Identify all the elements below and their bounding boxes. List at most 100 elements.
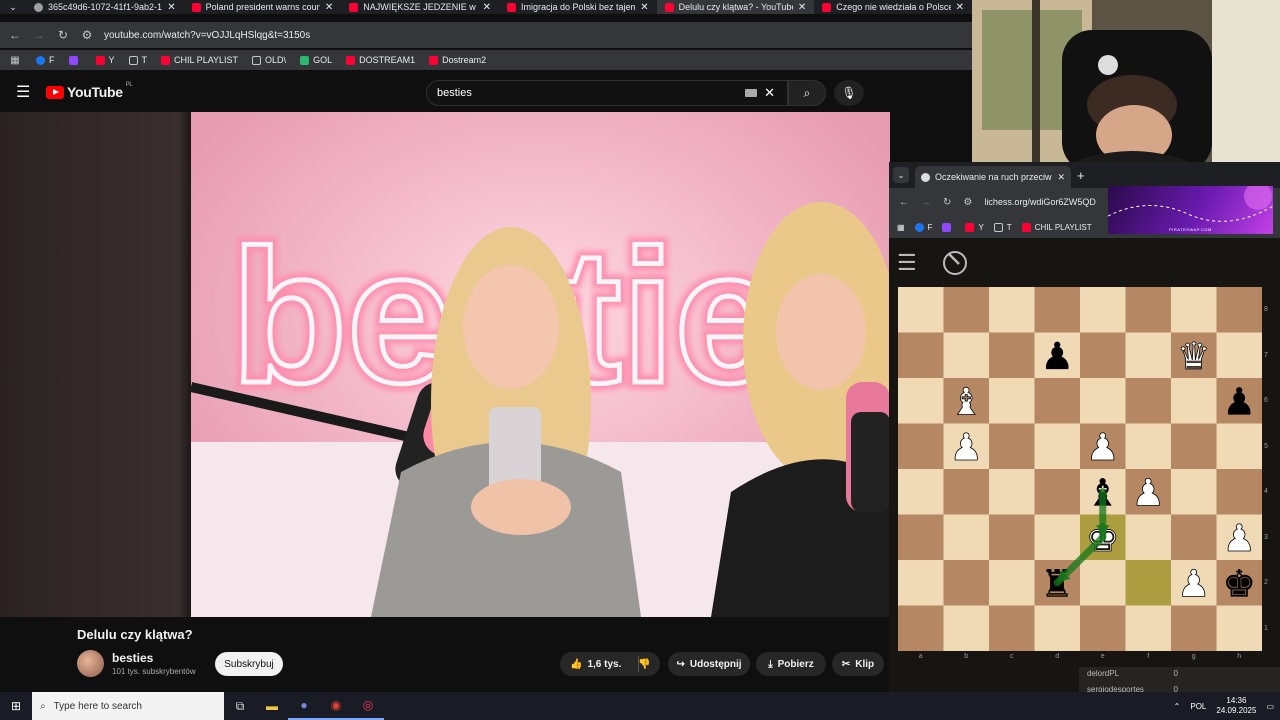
bookmark-item[interactable] <box>942 222 955 232</box>
black-pawn-d7[interactable]: ♟ <box>1040 334 1074 378</box>
clock[interactable]: 14:36 24.09.2025 <box>1216 696 1256 716</box>
square-a4[interactable] <box>898 469 944 515</box>
square-e7[interactable] <box>1080 332 1126 379</box>
chrome-button[interactable]: ◉ <box>320 692 352 720</box>
white-bishop-b6[interactable]: ♝ <box>949 379 983 424</box>
app-button[interactable]: ◎ <box>352 692 384 720</box>
channel-avatar[interactable] <box>77 650 104 677</box>
notifications-icon[interactable]: ▭ <box>1266 702 1274 711</box>
close-tab-icon[interactable]: ✕ <box>640 2 648 13</box>
back-button[interactable]: ← <box>899 197 909 208</box>
apps-grid-icon[interactable]: ▦ <box>897 223 905 232</box>
square-d6[interactable] <box>1034 378 1081 424</box>
close-tab-icon[interactable]: ✕ <box>956 2 964 13</box>
square-c7[interactable] <box>989 332 1035 379</box>
voice-search-button[interactable]: 🎙 <box>834 80 864 106</box>
square-a1[interactable] <box>898 605 944 652</box>
clip-button[interactable]: ✂ Klip <box>832 652 884 676</box>
bookmark-item[interactable]: T <box>128 55 147 65</box>
reload-button[interactable]: ↻ <box>56 28 70 42</box>
youtube-logo[interactable]: YouTube PL <box>46 82 133 100</box>
tab-search-button[interactable]: ⌄ <box>0 0 26 14</box>
square-h5[interactable] <box>1216 423 1263 470</box>
square-c4[interactable] <box>989 469 1035 515</box>
browser-tab[interactable]: Poland president warns country ✕ <box>184 0 342 14</box>
square-d5[interactable] <box>1034 423 1081 470</box>
square-c6[interactable] <box>989 378 1035 424</box>
player-name[interactable]: delordPL <box>1087 669 1119 678</box>
taskbar-search[interactable]: ⌕ Type here to search <box>32 692 224 720</box>
bookmark-item[interactable]: GOL <box>300 55 332 65</box>
download-button[interactable]: ⤓ Pobierz <box>756 652 826 676</box>
clear-search-icon[interactable]: ✕ <box>764 85 775 101</box>
bookmark-item[interactable]: CHIL PLAYLIST <box>161 55 238 65</box>
white-pawn-h3[interactable]: ♟ <box>1222 516 1256 561</box>
square-d8[interactable] <box>1034 287 1081 333</box>
square-b7[interactable] <box>943 332 990 379</box>
square-c1[interactable] <box>989 605 1035 652</box>
square-d1[interactable] <box>1034 605 1081 652</box>
back-button[interactable]: ← <box>8 28 22 42</box>
discord-button[interactable]: ● <box>288 692 320 720</box>
square-d4[interactable] <box>1034 469 1081 515</box>
start-button[interactable]: ⊞ <box>0 692 32 720</box>
bookmark-item[interactable]: T <box>993 222 1012 232</box>
square-a7[interactable] <box>898 332 944 379</box>
white-pawn-b5[interactable]: ♟ <box>949 424 983 469</box>
search-input[interactable]: besties ✕ <box>426 80 788 106</box>
browser-tab[interactable]: Imigracja do Polski bez tajemnic ✕ <box>499 0 657 14</box>
white-pawn-g2[interactable]: ♟ <box>1177 561 1211 606</box>
reload-button[interactable]: ↻ <box>943 197 951 208</box>
forward-button[interactable]: → <box>921 197 931 208</box>
browser-tab[interactable]: NAJWIĘKSZE JEDZENIE w POLS ✕ <box>341 0 499 14</box>
square-e6[interactable] <box>1080 378 1126 424</box>
browser-tab[interactable]: 365c49d6-1072-41f1-9ab2-106 ✕ <box>26 0 184 14</box>
square-h4[interactable] <box>1216 469 1263 515</box>
square-f8[interactable] <box>1125 287 1172 333</box>
square-e1[interactable] <box>1080 605 1126 652</box>
square-c5[interactable] <box>989 423 1035 470</box>
square-f3[interactable] <box>1125 514 1172 561</box>
bookmark-item[interactable]: DOSTREAM1 <box>346 55 415 65</box>
square-h8[interactable] <box>1216 287 1263 333</box>
square-g6[interactable] <box>1171 378 1217 424</box>
black-pawn-h6[interactable]: ♟ <box>1222 379 1256 423</box>
square-d3[interactable] <box>1034 514 1081 561</box>
chess-board[interactable]: ♟♛♝♟♟♟♝♟♚♟♜♟♚ <box>898 287 1262 651</box>
white-pawn-f4[interactable]: ♟ <box>1131 470 1165 515</box>
dislike-button[interactable]: 👎 <box>629 652 660 676</box>
square-g8[interactable] <box>1171 287 1217 333</box>
square-g4[interactable] <box>1171 469 1217 515</box>
square-c3[interactable] <box>989 514 1035 561</box>
square-g3[interactable] <box>1171 514 1217 561</box>
square-b8[interactable] <box>943 287 990 333</box>
white-pawn-e5[interactable]: ♟ <box>1086 424 1120 469</box>
bookmark-item[interactable]: Y <box>95 55 115 65</box>
tab-search-button[interactable]: ⌄ <box>893 167 909 183</box>
forward-button[interactable]: → <box>32 28 46 42</box>
bookmark-item[interactable]: F <box>36 55 55 65</box>
file-explorer-button[interactable]: ▬ <box>256 692 288 720</box>
square-a2[interactable] <box>898 560 944 606</box>
square-a5[interactable] <box>898 423 944 470</box>
apps-grid-icon[interactable]: ▦ <box>8 55 22 66</box>
close-tab-icon[interactable]: ✕ <box>483 2 491 13</box>
square-g1[interactable] <box>1171 605 1217 652</box>
url-field[interactable]: youtube.com/watch?v=vOJJLqHSlqg&t=3150s <box>104 30 310 41</box>
bookmark-item[interactable]: Dostream2 <box>429 55 486 65</box>
channel-name[interactable]: besties <box>112 651 153 665</box>
share-button[interactable]: ↪ Udostępnij <box>668 652 750 676</box>
square-f7[interactable] <box>1125 332 1172 379</box>
square-b2[interactable] <box>943 560 990 606</box>
bookmark-item[interactable]: OLD\ <box>252 55 286 65</box>
square-e8[interactable] <box>1080 287 1126 333</box>
subscribe-button[interactable]: Subskrybuj <box>215 652 283 676</box>
bookmark-item[interactable]: Y <box>965 222 984 232</box>
bookmark-item[interactable]: CHIL PLAYLIST <box>1021 222 1092 232</box>
player-name[interactable]: sergiodesportes <box>1087 685 1144 692</box>
lichess-menu-icon[interactable]: ☰ <box>897 250 917 276</box>
bookmark-item[interactable] <box>68 55 82 65</box>
lichess-logo-icon[interactable] <box>941 248 969 276</box>
square-f5[interactable] <box>1125 423 1172 470</box>
square-c8[interactable] <box>989 287 1035 333</box>
